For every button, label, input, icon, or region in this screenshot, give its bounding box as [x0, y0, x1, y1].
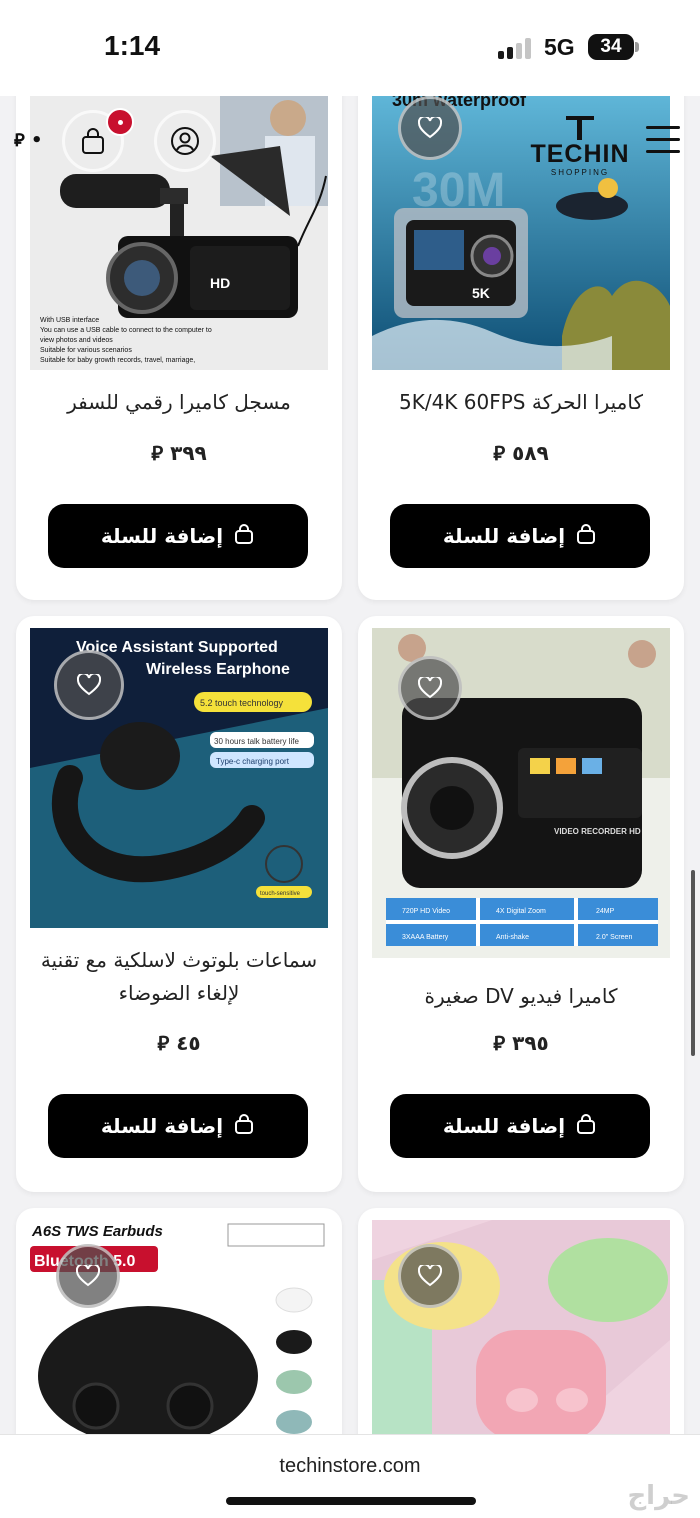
- svg-text:30 hours talk battery life: 30 hours talk battery life: [214, 737, 299, 746]
- favorite-button[interactable]: [398, 1244, 462, 1308]
- product-price: ٣٩٥ ⃁: [372, 1030, 670, 1056]
- riyal-icon: ⃁: [151, 441, 164, 465]
- add-to-cart-button[interactable]: إضافة للسلة: [48, 504, 308, 568]
- status-time: 1:14: [104, 30, 161, 61]
- price-value: ٣٩٩: [170, 441, 207, 465]
- bag-icon: [233, 523, 255, 550]
- svg-text:5K: 5K: [472, 285, 490, 301]
- user-icon: [171, 127, 199, 155]
- bag-icon: [82, 128, 104, 154]
- svg-text:720P HD Video: 720P HD Video: [402, 908, 450, 915]
- product-card[interactable]: VIDEO RECORDER HD 720P HD Video 4X Digit…: [358, 616, 684, 1192]
- product-title[interactable]: كاميرا الحركة 5K/4K 60FPS: [372, 386, 670, 419]
- add-to-cart-button[interactable]: إضافة للسلة: [48, 1094, 308, 1158]
- logo-subtext: SHOPPING: [550, 168, 610, 177]
- svg-text:Wireless Earphone: Wireless Earphone: [146, 661, 290, 678]
- add-to-cart-button[interactable]: إضافة للسلة: [390, 1094, 650, 1158]
- riyal-icon: ⃁: [14, 130, 25, 151]
- product-title[interactable]: مسجل كاميرا رقمي للسفر: [30, 386, 328, 419]
- favorite-button[interactable]: [398, 656, 462, 720]
- product-card[interactable]: [358, 1208, 684, 1434]
- product-price: ٣٩٩ ⃁: [30, 440, 328, 466]
- svg-text:HD: HD: [210, 275, 230, 291]
- svg-text:view photos and videos: view photos and videos: [40, 337, 113, 344]
- favorite-button[interactable]: [56, 1244, 120, 1308]
- svg-text:3XAAA Battery: 3XAAA Battery: [402, 934, 449, 941]
- price-value: ٤٥: [176, 1031, 201, 1055]
- riyal-icon: ⃁: [493, 1031, 506, 1055]
- svg-text:Anti-shake: Anti-shake: [496, 934, 529, 941]
- svg-text:VIDEO RECORDER HD: VIDEO RECORDER HD: [554, 827, 641, 836]
- svg-text:Suitable for various scenarios: Suitable for various scenarios: [40, 347, 132, 354]
- product-price: ٥٨٩ ⃁: [372, 440, 670, 466]
- add-to-cart-label: إضافة للسلة: [442, 524, 566, 548]
- menu-icon[interactable]: [646, 126, 682, 154]
- heart-icon: [418, 677, 442, 699]
- bag-icon: [575, 1113, 597, 1140]
- riyal-icon: ⃁: [157, 1031, 170, 1055]
- cellular-signal-icon: [498, 37, 534, 59]
- heart-icon: [76, 1265, 100, 1287]
- logo-mark-icon: [566, 116, 594, 140]
- svg-text:With USB interface: With USB interface: [40, 317, 99, 324]
- svg-text:Voice Assistant Supported: Voice Assistant Supported: [76, 639, 278, 656]
- cart-count-badge: [106, 108, 134, 136]
- product-title[interactable]: كاميرا فيديو DV صغيرة: [372, 980, 670, 1013]
- home-indicator[interactable]: [226, 1497, 476, 1505]
- scrollbar[interactable]: [691, 870, 695, 1056]
- heart-icon: [77, 674, 101, 696]
- price-value: ٣٩٥: [512, 1031, 549, 1055]
- store-logo[interactable]: TECHIN SHOPPING: [530, 110, 630, 180]
- price-value: ٥٨٩: [512, 441, 549, 465]
- haraj-watermark: حراج: [627, 1481, 690, 1511]
- product-title[interactable]: سماعات بلوتوث لاسلكية مع تقنية لإلغاء ال…: [30, 944, 328, 1010]
- riyal-icon: ⃁: [493, 441, 506, 465]
- svg-text:Suitable for baby growth recor: Suitable for baby growth records, travel…: [40, 357, 195, 364]
- battery-icon: 34: [588, 34, 634, 60]
- svg-text:You can use a USB cable to con: You can use a USB cable to connect to th…: [40, 327, 212, 334]
- add-to-cart-label: إضافة للسلة: [442, 1114, 566, 1138]
- product-card[interactable]: Voice Assistant Supported Wireless Earph…: [16, 616, 342, 1192]
- battery-cap: [635, 42, 639, 52]
- svg-text:touch-sensitive: touch-sensitive: [260, 891, 301, 897]
- browser-address-bar[interactable]: techinstore.com حراج: [0, 1434, 700, 1518]
- product-grid: HD With USB interface You can use a USB …: [0, 96, 700, 1434]
- svg-text:4X Digital Zoom: 4X Digital Zoom: [496, 908, 546, 915]
- bag-icon: [575, 523, 597, 550]
- heart-icon: [418, 1265, 442, 1287]
- svg-text:5.2 touch technology: 5.2 touch technology: [200, 698, 284, 708]
- svg-text:2.0" Screen: 2.0" Screen: [596, 934, 632, 941]
- cart-total-dot: •: [24, 130, 43, 151]
- network-type: 5G: [544, 34, 575, 60]
- product-price: ٤٥ ⃁: [30, 1030, 328, 1056]
- add-to-cart-button[interactable]: إضافة للسلة: [390, 504, 650, 568]
- logo-name: TECHIN: [530, 140, 630, 168]
- cart-total[interactable]: ⃁ •: [14, 128, 42, 151]
- svg-text:A6S TWS Earbuds: A6S TWS Earbuds: [31, 1223, 163, 1240]
- bag-icon: [233, 1113, 255, 1140]
- add-to-cart-label: إضافة للسلة: [100, 1114, 224, 1138]
- site-header: ⃁ • TECHIN SHOPPING: [0, 96, 700, 186]
- status-bar: 1:14 5G 34: [0, 0, 700, 96]
- url-text[interactable]: techinstore.com: [0, 1455, 700, 1478]
- favorite-button[interactable]: [54, 650, 124, 720]
- product-card[interactable]: A6S TWS Earbuds Bluetooth 5.0: [16, 1208, 342, 1434]
- svg-text:24MP: 24MP: [596, 908, 615, 915]
- svg-text:Type-c charging port: Type-c charging port: [216, 757, 290, 766]
- account-button[interactable]: [154, 110, 216, 172]
- add-to-cart-label: إضافة للسلة: [100, 524, 224, 548]
